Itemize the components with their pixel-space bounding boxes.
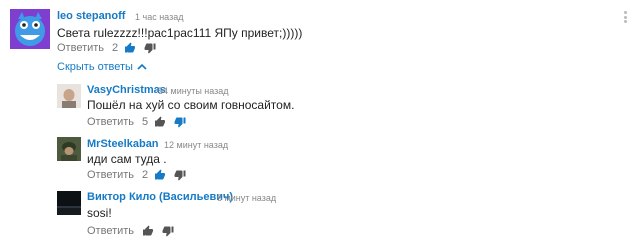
thumbs-down-icon[interactable] (174, 116, 186, 128)
reply-text: иди сам туда . (87, 152, 167, 166)
reply-timestamp[interactable]: 12 минут назад (164, 140, 228, 150)
thumbs-up-icon[interactable] (154, 169, 166, 181)
comment-author[interactable]: leo stepanoff (57, 10, 125, 22)
reply-actions: Ответить 5 (87, 115, 186, 129)
reply-author[interactable]: Виктор Кило (Васильевич) (87, 191, 233, 203)
thumbs-down-icon[interactable] (162, 225, 174, 237)
reply-button[interactable]: Ответить (87, 225, 134, 237)
thumbs-down-icon[interactable] (144, 42, 156, 54)
reply-button[interactable]: Ответить (87, 116, 134, 128)
reply-button[interactable]: Ответить (87, 169, 134, 181)
reply-text: sosi! (87, 206, 112, 220)
reply-timestamp[interactable]: 6 минут назад (217, 193, 276, 203)
avatar-viktor-kilo[interactable] (57, 191, 81, 215)
thumbs-up-icon[interactable] (124, 42, 136, 54)
chevron-up-icon (137, 63, 147, 70)
comment-actions: Ответить 2 (57, 41, 156, 55)
hide-replies-label: Скрыть ответы (57, 61, 133, 73)
comment-text: Света rulezzzz!!!pac1pac111 ЯПу привет;)… (57, 26, 303, 40)
like-count: 5 (142, 116, 149, 128)
comment-timestamp[interactable]: 1 час назад (135, 12, 183, 22)
reply-author[interactable]: MrSteelkaban (87, 138, 159, 150)
reply-actions: Ответить (87, 224, 174, 238)
hide-replies-toggle[interactable]: Скрыть ответы (57, 61, 147, 73)
like-count: 2 (142, 169, 149, 181)
reply-text: Пошёл на хуй со своим говносайтом. (87, 98, 295, 112)
avatar-mrsteelkaban[interactable] (57, 137, 81, 161)
like-count: 2 (112, 42, 119, 54)
reply-button[interactable]: Ответить (57, 42, 104, 54)
reply-author[interactable]: VasyChristmas (87, 84, 166, 96)
avatar-leo-stepanoff[interactable] (10, 9, 50, 49)
more-vert-icon[interactable] (623, 11, 627, 23)
thumbs-up-icon[interactable] (142, 225, 154, 237)
thumbs-up-icon[interactable] (154, 116, 166, 128)
reply-timestamp[interactable]: 54 минуты назад (158, 86, 229, 96)
reply-actions: Ответить 2 (87, 168, 186, 182)
avatar-vasychristmas[interactable] (57, 84, 81, 108)
thumbs-down-icon[interactable] (174, 169, 186, 181)
